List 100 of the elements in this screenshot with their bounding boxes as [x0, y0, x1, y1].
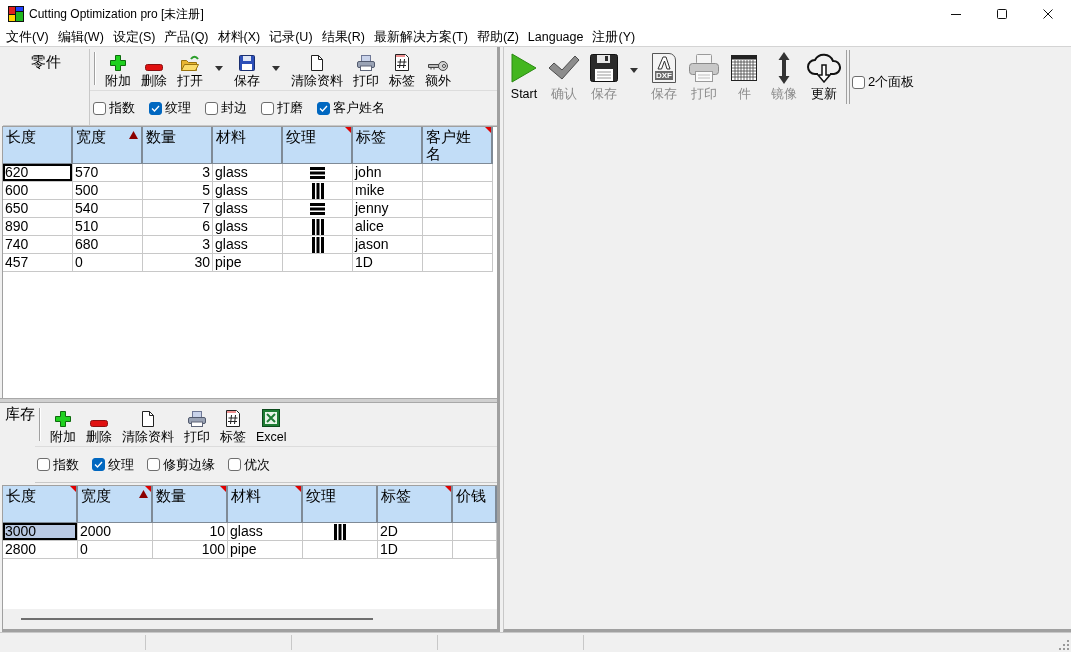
key-icon: [428, 61, 448, 71]
checkbox[interactable]: [317, 101, 330, 115]
play-icon: [511, 53, 537, 83]
table-cell: 680: [73, 236, 143, 254]
print-button[interactable]: 打印: [348, 47, 384, 89]
table-cell: 500: [73, 182, 143, 200]
column-header[interactable]: 宽度: [73, 127, 143, 164]
clear-button[interactable]: 清除资料: [117, 403, 179, 445]
table-cell: 10: [153, 523, 228, 541]
table-cell: 2800: [3, 541, 78, 559]
checkmark-icon: [319, 104, 328, 112]
document-icon: [142, 411, 154, 427]
checkbox-label[interactable]: 2个面板: [868, 74, 915, 90]
column-header[interactable]: 宽度: [78, 486, 153, 523]
open-button[interactable]: 打开: [172, 47, 229, 89]
table-cell: pipe: [213, 254, 283, 272]
menu-item[interactable]: 记录(U): [269, 28, 313, 46]
table-cell: 5: [143, 182, 213, 200]
checkbox[interactable]: [261, 101, 274, 115]
minus-icon: [90, 420, 108, 427]
checkbox-label[interactable]: 优次: [244, 456, 270, 473]
add-button[interactable]: 附加: [45, 403, 81, 445]
column-header[interactable]: 纹理: [283, 127, 353, 164]
vertical-lines-icon: [311, 236, 324, 253]
column-header[interactable]: 标签: [378, 486, 453, 523]
excel-button[interactable]: Excel: [251, 403, 292, 445]
table-grid-icon: [731, 55, 757, 81]
menu-item[interactable]: 帮助(Z): [476, 28, 519, 46]
update-button[interactable]: 更新: [804, 50, 844, 102]
printer-icon: [188, 411, 206, 427]
checkbox[interactable]: [92, 458, 105, 471]
table-cell: 2D: [378, 523, 453, 541]
checkbox-label[interactable]: 指数: [53, 456, 79, 473]
menu-item[interactable]: 编辑(W): [57, 28, 104, 46]
menu-item[interactable]: 最新解决方案(T): [373, 28, 468, 46]
checkbox[interactable]: [852, 75, 865, 89]
checkbox[interactable]: [205, 101, 218, 115]
close-icon: [1043, 9, 1053, 19]
minimize-icon: [951, 13, 961, 15]
scrollbar-thumb[interactable]: [21, 618, 373, 620]
horizontal-scrollbar[interactable]: [3, 609, 497, 629]
extra-button[interactable]: 额外: [420, 47, 456, 89]
plus-icon: [110, 55, 126, 71]
checkbox-label[interactable]: 打磨: [277, 100, 303, 116]
spreadsheet-icon: [262, 409, 281, 427]
table-cell: john: [353, 164, 423, 182]
table-cell: 510: [73, 218, 143, 236]
clear-button[interactable]: 清除资料: [286, 47, 348, 89]
menu-item[interactable]: Language: [527, 28, 584, 46]
column-header[interactable]: 数量: [153, 486, 228, 523]
caret-down-icon: [630, 68, 638, 73]
checkbox[interactable]: [149, 101, 162, 115]
print-button[interactable]: 打印: [179, 403, 215, 445]
delete-button[interactable]: 删除: [81, 403, 117, 445]
column-header[interactable]: 客户姓名: [423, 127, 493, 164]
checkbox-label[interactable]: 封边: [221, 100, 247, 116]
column-header[interactable]: 材料: [213, 127, 283, 164]
label-button[interactable]: 标签: [215, 403, 251, 445]
column-header[interactable]: 材料: [228, 486, 303, 523]
checkbox-label[interactable]: 纹理: [165, 100, 191, 116]
table-cell: 650: [3, 200, 73, 218]
checkbox-label[interactable]: 指数: [109, 100, 135, 116]
table-cell: mike: [353, 182, 423, 200]
column-header[interactable]: 价钱: [453, 486, 497, 523]
printer-icon: [357, 55, 375, 71]
table-cell: [423, 182, 493, 200]
table-cell: 7: [143, 200, 213, 218]
hash-document-icon: [226, 410, 240, 427]
table-cell: 100: [153, 541, 228, 559]
checkbox[interactable]: [228, 458, 241, 471]
vertical-lines-icon: [311, 182, 324, 199]
menu-item[interactable]: 设定(S): [112, 28, 156, 46]
menu-item[interactable]: 产品(Q): [164, 28, 209, 46]
column-header[interactable]: 长度: [3, 486, 78, 523]
label-button[interactable]: 标签: [384, 47, 420, 89]
column-header[interactable]: 标签: [353, 127, 423, 164]
table-cell: 3: [143, 164, 213, 182]
table-cell: 620: [3, 164, 73, 182]
menu-item[interactable]: 结果(R): [321, 28, 365, 46]
checkbox-label[interactable]: 客户姓名: [333, 100, 385, 116]
menu-item[interactable]: 文件(V): [6, 28, 49, 46]
delete-button[interactable]: 删除: [136, 47, 172, 89]
table-cell: alice: [353, 218, 423, 236]
save-button[interactable]: 保存: [229, 47, 286, 89]
checkbox-label[interactable]: 修剪边缘: [163, 456, 215, 473]
start-button[interactable]: Start: [504, 50, 544, 102]
column-header[interactable]: 数量: [143, 127, 213, 164]
column-header[interactable]: 纹理: [303, 486, 378, 523]
table-cell: glass: [228, 523, 303, 541]
table-cell: [423, 164, 493, 182]
menu-item[interactable]: 注册(Y): [592, 28, 636, 46]
horizontal-lines-icon: [310, 166, 325, 179]
checkbox[interactable]: [37, 458, 50, 471]
checkbox[interactable]: [93, 101, 106, 115]
column-header[interactable]: 长度: [3, 127, 73, 164]
checkbox-label[interactable]: 纹理: [108, 456, 134, 473]
add-button[interactable]: 附加: [100, 47, 136, 89]
menu-item[interactable]: 材料(X): [217, 28, 261, 46]
checkbox[interactable]: [147, 458, 160, 471]
vertical-lines-icon: [334, 523, 346, 540]
